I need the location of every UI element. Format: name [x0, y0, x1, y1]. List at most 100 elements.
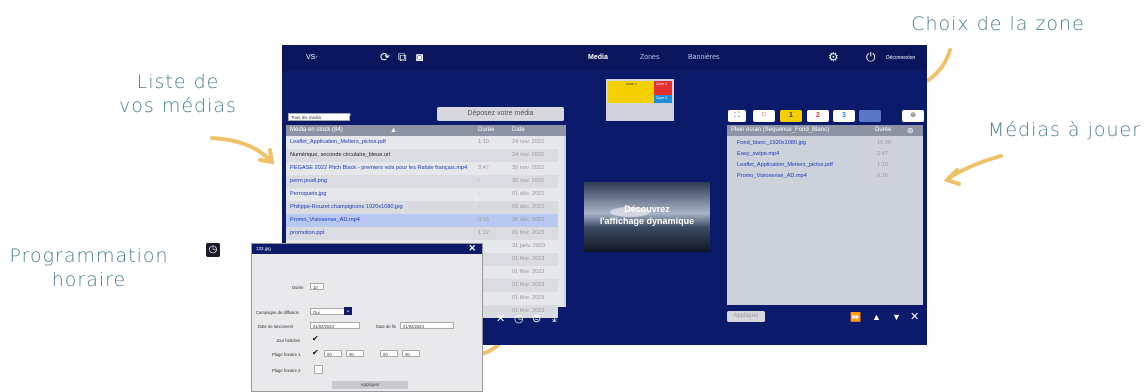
- move-up-icon[interactable]: ▲: [872, 311, 881, 323]
- globe-icon[interactable]: ⊜: [532, 313, 541, 325]
- zone-1-block[interactable]: Zone 1: [608, 81, 654, 103]
- zones-layout-preview[interactable]: Zone 1 Zone 2 Zone 3: [606, 79, 674, 121]
- refresh-icon[interactable]: ⟳: [380, 50, 390, 64]
- slot2-checkbox[interactable]: [314, 365, 323, 374]
- col-media-header[interactable]: Média en stock (84): [290, 125, 343, 136]
- playlist-row[interactable]: Easy_swipe.mp4 2:47: [727, 149, 923, 160]
- duration-label: Durée: [292, 285, 304, 290]
- slot1-from-minute[interactable]: 00: [346, 350, 364, 357]
- dialog-title: 133.jpg: [256, 246, 271, 251]
- playlist-name-cell: Fond_blanc_1920x1080.jpg: [737, 140, 807, 146]
- settings-gear-icon[interactable]: ⚙: [828, 50, 839, 64]
- library-scrollbar[interactable]: [558, 136, 564, 307]
- upload-media-button[interactable]: Déposez votre média: [437, 107, 564, 121]
- media-name-cell: Perroquets.jpg: [290, 191, 327, 197]
- col-date-header[interactable]: Date: [512, 125, 525, 136]
- fullscreen-zone-button[interactable]: ⛶: [728, 110, 746, 122]
- remove-icon[interactable]: ✕: [910, 311, 919, 323]
- media-duration-cell: -: [478, 191, 480, 197]
- table-row[interactable]: PEGASE 2022 Pitch Black - premiers vols …: [286, 162, 558, 175]
- move-down-icon[interactable]: ▼: [892, 311, 901, 323]
- skip-forward-icon[interactable]: ⏩: [850, 311, 861, 323]
- table-row[interactable]: Perroquets.jpg - 01 déc. 2022: [286, 188, 558, 201]
- col-duration-header[interactable]: Durée: [478, 125, 494, 136]
- slot1-checkbox[interactable]: ✔: [312, 348, 319, 357]
- media-name-cell: perm jeudi.png: [290, 178, 328, 184]
- duration-input[interactable]: 10: [310, 283, 324, 290]
- slot2-label: Plage horaire 2: [272, 368, 301, 373]
- table-row[interactable]: Philippe-Rouzet champignons 1920x1080.jp…: [286, 201, 558, 214]
- table-row[interactable]: perm jeudi.png - 30 nov. 2022: [286, 175, 558, 188]
- media-date-cell: 30 nov. 2022: [512, 165, 544, 171]
- media-name-cell: PEGASE 2022 Pitch Black - premiers vols …: [290, 165, 468, 171]
- external-window-icon[interactable]: ⧉: [398, 50, 407, 64]
- media-duration-cell: -: [478, 178, 480, 184]
- extra-zone-button[interactable]: [859, 110, 881, 122]
- media-duration-cell: 0:16: [478, 217, 489, 223]
- playlist-row[interactable]: Leaflet_Application_Metiers_pictos.pdf 1:…: [727, 160, 923, 171]
- table-row[interactable]: Promo_Visiosense_AD.mp4 0:16 20 déc. 2022: [286, 214, 558, 227]
- flag-zone-button[interactable]: ⚐: [753, 110, 775, 122]
- playlist-duration-cell: 1:10: [877, 162, 888, 168]
- dialog-apply-button[interactable]: Appliquer: [332, 381, 408, 389]
- zone-3-button[interactable]: 3: [833, 110, 855, 122]
- slot1-to-hour[interactable]: 00: [380, 350, 398, 357]
- film-reel-button[interactable]: ⊛: [902, 110, 924, 122]
- playlist-film-icon[interactable]: ⊛: [907, 125, 914, 136]
- table-row[interactable]: Leaflet_Application_Metiers_pictos.pdf 1:…: [286, 136, 558, 149]
- slot1-to-minute[interactable]: 00: [402, 350, 420, 357]
- playlist-row[interactable]: Fond_blanc_1920x1080.jpg 16:39: [727, 138, 923, 149]
- zone-2-block[interactable]: Zone 2: [654, 81, 672, 95]
- end-date-input[interactable]: 01/02/2024: [400, 322, 454, 329]
- slot1-label: Plage horaire 1: [272, 352, 301, 357]
- tab-bannieres[interactable]: Bannières: [688, 54, 720, 61]
- playlist-duration-cell: 16:39: [877, 140, 891, 146]
- weekly-days-checkbox[interactable]: ✔: [312, 334, 319, 343]
- media-date-cell: 24 nov. 2022: [512, 139, 544, 145]
- top-bar: VS- ⟳ ⧉ ◙ Media Zones Bannières ⚙ ⏻ Déco…: [282, 45, 927, 71]
- callout-media-list: Liste de vos médias: [119, 71, 237, 117]
- tab-media[interactable]: Media: [588, 54, 608, 61]
- dialog-title-bar: 133.jpg ✕: [252, 244, 482, 254]
- camera-icon[interactable]: ◙: [416, 50, 423, 64]
- delete-icon[interactable]: ✕: [496, 313, 505, 325]
- media-filter-select[interactable]: Tous les media: [288, 113, 350, 121]
- playlist-row[interactable]: Promo_Visiosense_AD.mp4 0:16: [727, 171, 923, 182]
- chevron-down-icon[interactable]: ⌄: [346, 109, 353, 118]
- media-date-cell: 20 déc. 2022: [512, 217, 545, 223]
- dialog-close-icon[interactable]: ✕: [468, 244, 476, 254]
- logout-link[interactable]: Déconnexion: [886, 55, 915, 61]
- sort-up-icon[interactable]: ▲: [390, 125, 397, 136]
- table-row[interactable]: Numérique, seconde circulaire_bleue.url 2…: [286, 149, 558, 162]
- media-duration-cell: 1:12: [478, 230, 489, 236]
- version-label: VS-: [306, 54, 318, 61]
- zone-2-button[interactable]: 2: [807, 110, 829, 122]
- table-row[interactable]: promotion.ppt 1:12 01 févr. 2023: [286, 227, 558, 240]
- playlist-apply-button[interactable]: Appliquer: [727, 311, 765, 322]
- media-date-cell: 05 déc. 2022: [512, 204, 545, 210]
- playlist-name-cell: Promo_Visiosense_AD.mp4: [737, 173, 807, 179]
- media-name-cell: Promo_Visiosense_AD.mp4: [290, 217, 360, 223]
- callout-media-play: Médias à jouer: [987, 119, 1142, 141]
- launch-date-input[interactable]: 01/02/2023: [310, 322, 360, 329]
- tab-zones[interactable]: Zones: [640, 54, 659, 61]
- media-duration-cell: 3:47: [478, 165, 489, 171]
- schedule-icon[interactable]: ◷: [514, 313, 524, 325]
- campaign-label: Campagne de diffusion: [256, 310, 299, 315]
- slot1-from-hour[interactable]: 00: [324, 350, 342, 357]
- media-preview: Découvrez l'affichage dynamique: [584, 182, 710, 252]
- launch-date-label: Date de lancement: [258, 324, 294, 329]
- media-date-cell: 01 févr. 2023: [512, 230, 545, 236]
- preview-title-line2: l'affichage dynamique: [599, 216, 695, 226]
- media-date-cell: 31 janv. 2023: [512, 243, 546, 249]
- playlist-name-cell: Easy_swipe.mp4: [737, 151, 780, 157]
- schedule-clock-icon: ◷: [206, 243, 220, 257]
- campaign-chevron-icon[interactable]: ⌄: [344, 307, 352, 315]
- playlist-duration-header: Durée: [875, 127, 892, 133]
- download-icon[interactable]: ⤓: [552, 313, 557, 325]
- zone-1-button[interactable]: 1: [780, 110, 802, 122]
- power-icon[interactable]: ⏻: [866, 50, 876, 64]
- arrow-to-playlist: [943, 154, 1003, 186]
- callout-zone-choice: Choix de la zone: [911, 13, 1085, 35]
- zone-3-block[interactable]: Zone 3: [654, 95, 672, 103]
